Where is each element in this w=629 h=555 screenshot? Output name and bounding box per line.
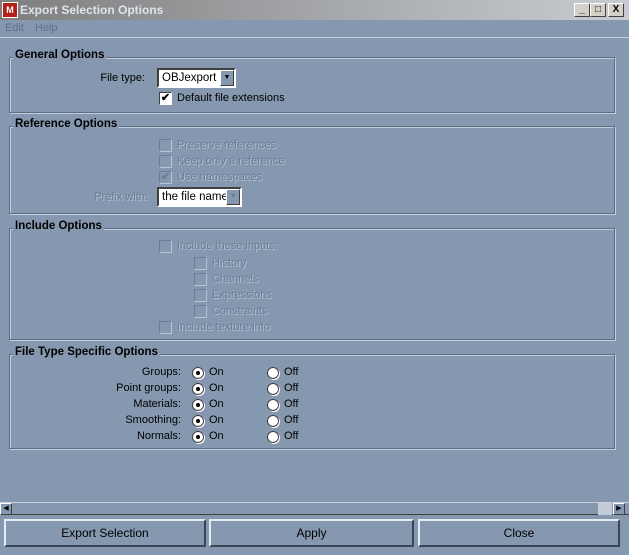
prefix-dropdown[interactable]: the file name ▼: [157, 187, 242, 207]
channels-checkbox[interactable]: [194, 273, 207, 286]
scroll-left-button[interactable]: ◀: [0, 503, 12, 515]
off-radio[interactable]: [267, 415, 279, 427]
on-label: On: [209, 382, 224, 394]
option-label: Groups:: [141, 366, 181, 378]
off-label: Off: [284, 366, 299, 378]
texture-info-label: Include texture info: [177, 321, 270, 333]
chevron-down-icon[interactable]: ▼: [226, 189, 240, 205]
maximize-button[interactable]: □: [590, 3, 606, 17]
include-options-title: Include Options: [13, 220, 104, 232]
on-radio[interactable]: [192, 383, 204, 395]
include-options-group: [9, 228, 615, 340]
minimize-button[interactable]: _: [574, 3, 590, 17]
file-type-value: OBJexport: [162, 72, 217, 84]
off-label: Off: [284, 382, 299, 394]
menu-edit[interactable]: Edit: [5, 22, 24, 34]
close-button[interactable]: Close: [418, 519, 620, 547]
on-label: On: [209, 366, 224, 378]
expressions-checkbox[interactable]: [194, 289, 207, 302]
scroll-right-button[interactable]: ▶: [613, 503, 625, 515]
preserve-references-checkbox[interactable]: [159, 139, 172, 152]
keep-reference-checkbox[interactable]: [159, 155, 172, 168]
apply-button[interactable]: Apply: [209, 519, 414, 547]
title-bar[interactable]: M Export Selection Options _ □ X: [0, 0, 629, 20]
option-label: Materials:: [133, 398, 181, 410]
file-type-options-title: File Type Specific Options: [13, 346, 160, 358]
general-options-group: [9, 57, 615, 113]
default-ext-checkbox[interactable]: ✔: [159, 92, 172, 105]
expressions-label: Expressions: [212, 289, 272, 301]
history-checkbox[interactable]: [194, 257, 207, 270]
on-label: On: [209, 398, 224, 410]
general-options-title: General Options: [13, 49, 107, 61]
include-inputs-label: Include these inputs:: [177, 240, 278, 252]
default-ext-label: Default file extensions: [177, 92, 285, 104]
scroll-thumb[interactable]: [598, 503, 612, 515]
preserve-references-label: Preserve references: [177, 139, 277, 151]
file-type-label: File type:: [100, 72, 145, 84]
on-radio[interactable]: [192, 367, 204, 379]
reference-options-title: Reference Options: [13, 118, 120, 130]
menu-bar: Edit Help: [0, 20, 629, 38]
chevron-down-icon[interactable]: ▼: [220, 70, 234, 86]
file-type-dropdown[interactable]: OBJexport ▼: [157, 68, 236, 88]
constraints-checkbox[interactable]: [194, 305, 207, 318]
off-label: Off: [284, 430, 299, 442]
include-inputs-checkbox[interactable]: [159, 240, 172, 253]
option-label: Point groups:: [116, 382, 181, 394]
constraints-label: Constraints: [212, 305, 268, 317]
option-label: Smoothing:: [125, 414, 181, 426]
close-window-button[interactable]: X: [608, 3, 624, 17]
prefix-value: the file name: [162, 191, 228, 203]
on-radio[interactable]: [192, 431, 204, 443]
off-radio[interactable]: [267, 431, 279, 443]
off-radio[interactable]: [267, 367, 279, 379]
horizontal-scrollbar[interactable]: ◀ ▶: [0, 502, 629, 515]
option-label: Normals:: [136, 430, 181, 442]
window-title: Export Selection Options: [20, 3, 164, 17]
on-label: On: [209, 414, 224, 426]
keep-reference-label: Keep only a reference: [177, 155, 285, 167]
history-label: History: [212, 257, 247, 269]
menu-help[interactable]: Help: [35, 22, 58, 34]
off-radio[interactable]: [267, 399, 279, 411]
use-namespaces-checkbox[interactable]: ✔: [159, 171, 172, 184]
prefix-label: Prefix with:: [94, 191, 148, 203]
off-label: Off: [284, 414, 299, 426]
on-label: On: [209, 430, 224, 442]
off-radio[interactable]: [267, 383, 279, 395]
channels-label: Channels: [212, 273, 259, 285]
on-radio[interactable]: [192, 415, 204, 427]
on-radio[interactable]: [192, 399, 204, 411]
use-namespaces-label: Use namespaces: [177, 171, 262, 183]
export-selection-button[interactable]: Export Selection: [4, 519, 206, 547]
texture-info-checkbox[interactable]: [159, 321, 172, 334]
off-label: Off: [284, 398, 299, 410]
app-icon[interactable]: M: [2, 2, 18, 18]
